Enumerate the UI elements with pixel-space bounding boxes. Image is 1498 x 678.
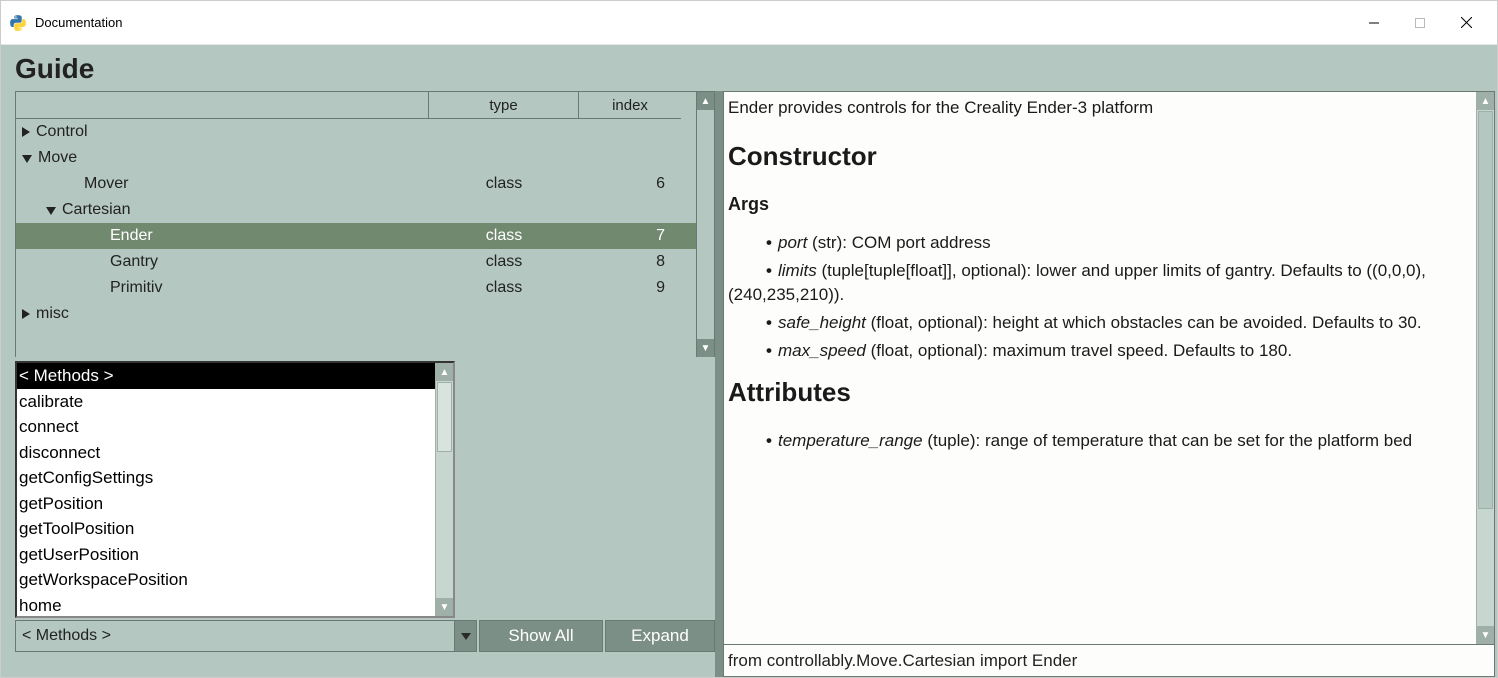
arg-item: •safe_height (float, optional): height a… [728, 311, 1468, 335]
tree-row-index: 8 [579, 253, 681, 271]
tree-row-label: Ender [110, 227, 153, 245]
status-dropdown[interactable]: < Methods > [15, 620, 455, 652]
window: Documentation Guide type [0, 0, 1498, 678]
args-list: •port (str): COM port address •limits (t… [728, 231, 1468, 362]
splitter[interactable] [715, 91, 723, 677]
tree-view[interactable]: type index ControlMoveMoverclass6Cartesi… [15, 91, 715, 357]
import-line[interactable]: from controllably.Move.Cartesian import … [723, 645, 1495, 677]
method-item-home[interactable]: home [17, 593, 435, 617]
tree-row-type: class [429, 175, 579, 193]
scroll-down-icon[interactable]: ▼ [1477, 626, 1494, 644]
tree-row-index: 6 [579, 175, 681, 193]
tree-row-gantry[interactable]: Gantry class8 [16, 249, 696, 275]
scroll-thumb[interactable] [1478, 111, 1493, 509]
tree-row-index: 9 [579, 279, 681, 297]
guide-title: Guide [1, 45, 1497, 91]
chevron-down-icon[interactable] [22, 155, 32, 163]
dropdown-arrow-icon[interactable] [455, 620, 477, 652]
left-pane: type index ControlMoveMoverclass6Cartesi… [1, 91, 715, 677]
arg-item: •max_speed (float, optional): maximum tr… [728, 339, 1468, 363]
methods-listbox[interactable]: < Methods >calibrateconnectdisconnectget… [15, 361, 455, 618]
app-body: Guide type index ControlMoveMoverclass6C… [1, 45, 1497, 677]
tree-header: type index [16, 92, 696, 119]
tree-row-misc[interactable]: misc [16, 301, 696, 327]
methods-scrollbar[interactable]: ▲ ▼ [435, 363, 453, 616]
scroll-up-icon[interactable]: ▲ [436, 363, 453, 381]
method-item-getPosition[interactable]: getPosition [17, 491, 435, 517]
window-title: Documentation [35, 15, 122, 30]
doc-h-attributes: Attributes [728, 374, 1468, 410]
tree-row-index: 7 [579, 227, 681, 245]
tree-col-type[interactable]: type [429, 92, 579, 119]
tree-col-index[interactable]: index [579, 92, 681, 119]
close-button[interactable] [1443, 7, 1489, 39]
titlebar: Documentation [1, 1, 1497, 45]
tree-row-control[interactable]: Control [16, 119, 696, 145]
doc-scrollbar[interactable]: ▲ ▼ [1476, 92, 1494, 644]
scroll-thumb[interactable] [437, 382, 452, 452]
main-split: type index ControlMoveMoverclass6Cartesi… [1, 91, 1497, 677]
right-pane: Ender provides controls for the Creality… [723, 91, 1497, 677]
minimize-button[interactable] [1351, 7, 1397, 39]
method-item-getConfigSettings[interactable]: getConfigSettings [17, 465, 435, 491]
doc-h-constructor: Constructor [728, 138, 1468, 174]
methods-panel: < Methods >calibrateconnectdisconnectget… [15, 361, 715, 618]
method-item-disconnect[interactable]: disconnect [17, 440, 435, 466]
tree-row-type: class [429, 227, 579, 245]
scroll-down-icon[interactable]: ▼ [436, 598, 453, 616]
doc-intro: Ender provides controls for the Creality… [728, 96, 1468, 120]
method-item-getUserPosition[interactable]: getUserPosition [17, 542, 435, 568]
scroll-down-icon[interactable]: ▼ [697, 339, 714, 357]
arg-item: •limits (tuple[tuple[float]], optional):… [728, 259, 1468, 307]
bottom-bar: < Methods > Show All Expand [15, 620, 715, 652]
window-controls [1351, 7, 1489, 39]
tree-row-move[interactable]: Move [16, 145, 696, 171]
doc-view[interactable]: Ender provides controls for the Creality… [723, 91, 1495, 645]
tree-row-label: Control [36, 123, 88, 141]
python-icon [9, 14, 27, 32]
scroll-up-icon[interactable]: ▲ [1477, 92, 1494, 110]
tree-row-label: Gantry [110, 253, 158, 271]
tree-row-label: Mover [84, 175, 128, 193]
doc-content: Ender provides controls for the Creality… [724, 92, 1476, 644]
chevron-right-icon[interactable] [22, 127, 30, 137]
scroll-up-icon[interactable]: ▲ [697, 92, 714, 110]
method-item-connect[interactable]: connect [17, 414, 435, 440]
expand-button[interactable]: Expand [605, 620, 715, 652]
tree-col-name[interactable] [16, 92, 429, 119]
tree-row-mover[interactable]: Mover class6 [16, 171, 696, 197]
method-item-calibrate[interactable]: calibrate [17, 389, 435, 415]
chevron-down-icon[interactable] [46, 207, 56, 215]
tree-row-primitiv[interactable]: Primitiv class9 [16, 275, 696, 301]
tree-row-label: Move [38, 149, 77, 167]
attrs-list: •temperature_range (tuple): range of tem… [728, 429, 1468, 453]
tree-row-cartesian[interactable]: Cartesian [16, 197, 696, 223]
maximize-button[interactable] [1397, 7, 1443, 39]
attr-item: •temperature_range (tuple): range of tem… [728, 429, 1468, 453]
tree-row-type: class [429, 253, 579, 271]
tree-row-label: Primitiv [110, 279, 162, 297]
method-item-getToolPosition[interactable]: getToolPosition [17, 516, 435, 542]
doc-h-args: Args [728, 192, 1468, 217]
tree-row-label: misc [36, 305, 69, 323]
methods-header[interactable]: < Methods > [17, 363, 435, 389]
chevron-right-icon[interactable] [22, 309, 30, 319]
tree-row-type: class [429, 279, 579, 297]
tree-row-label: Cartesian [62, 201, 130, 219]
show-all-button[interactable]: Show All [479, 620, 603, 652]
tree-row-ender[interactable]: Ender class7 [16, 223, 696, 249]
method-item-getWorkspacePosition[interactable]: getWorkspacePosition [17, 567, 435, 593]
arg-item: •port (str): COM port address [728, 231, 1468, 255]
tree-scrollbar[interactable]: ▲ ▼ [696, 92, 714, 357]
